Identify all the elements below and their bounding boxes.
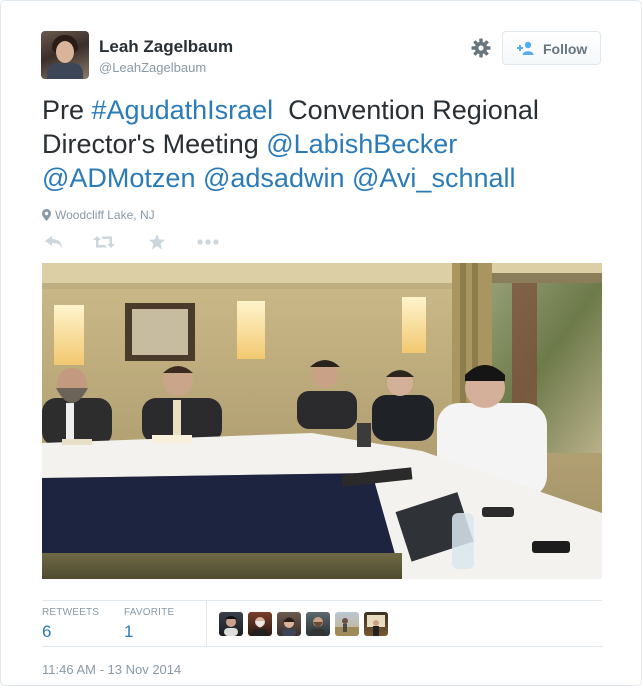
tweet-card: Leah Zagelbaum @LeahZagelbaum Follow Pre… [0, 0, 642, 686]
follow-button[interactable]: Follow [502, 31, 601, 65]
mention-link[interactable]: @LabishBecker [266, 129, 457, 159]
favorites-count[interactable]: 1 [124, 622, 133, 642]
tweet-location[interactable]: Woodcliff Lake, NJ [42, 208, 155, 222]
mention-link[interactable]: @Avi_schnall [352, 163, 516, 193]
favoriter-avatar[interactable] [335, 612, 359, 636]
location-pin-icon [42, 209, 51, 221]
reply-icon[interactable] [42, 233, 66, 251]
tweet-timestamp[interactable]: 11:46 AM - 13 Nov 2014 [42, 662, 181, 677]
tweet-photo[interactable] [42, 263, 602, 579]
meeting-photo [42, 263, 602, 579]
location-label: Woodcliff Lake, NJ [55, 208, 155, 222]
favoriter-avatar[interactable] [306, 612, 330, 636]
add-user-icon [517, 41, 534, 55]
tweet-text-segment [195, 163, 203, 193]
favorite-icon[interactable] [145, 233, 169, 251]
favorites-label: FAVORITE [124, 607, 175, 618]
author-name[interactable]: Leah Zagelbaum [99, 37, 233, 57]
retweet-icon[interactable] [92, 233, 116, 251]
more-icon[interactable] [196, 233, 220, 251]
tweet-text-segment [344, 163, 352, 193]
hashtag-link[interactable]: #AgudathIsrael [92, 95, 274, 125]
gear-icon[interactable] [471, 38, 491, 58]
author-avatar[interactable] [41, 31, 89, 79]
author-handle[interactable]: @LeahZagelbaum [99, 60, 206, 75]
tweet-text: Pre #AgudathIsrael Convention Regional D… [42, 93, 602, 195]
favoriter-avatar[interactable] [248, 612, 272, 636]
tweet-text-segment: Pre [42, 95, 92, 125]
follow-button-label: Follow [543, 41, 588, 57]
favoriter-avatar[interactable] [364, 612, 388, 636]
mention-link[interactable]: @adsadwin [203, 163, 345, 193]
favoriter-avatar[interactable] [219, 612, 243, 636]
timestamp-divider [42, 646, 602, 647]
retweets-label: RETWEETS [42, 607, 100, 618]
retweets-count[interactable]: 6 [42, 622, 51, 642]
stats-vertical-divider [206, 600, 207, 646]
stats-divider [42, 600, 602, 601]
favoriter-avatar[interactable] [277, 612, 301, 636]
mention-link[interactable]: @ADMotzen [42, 163, 195, 193]
